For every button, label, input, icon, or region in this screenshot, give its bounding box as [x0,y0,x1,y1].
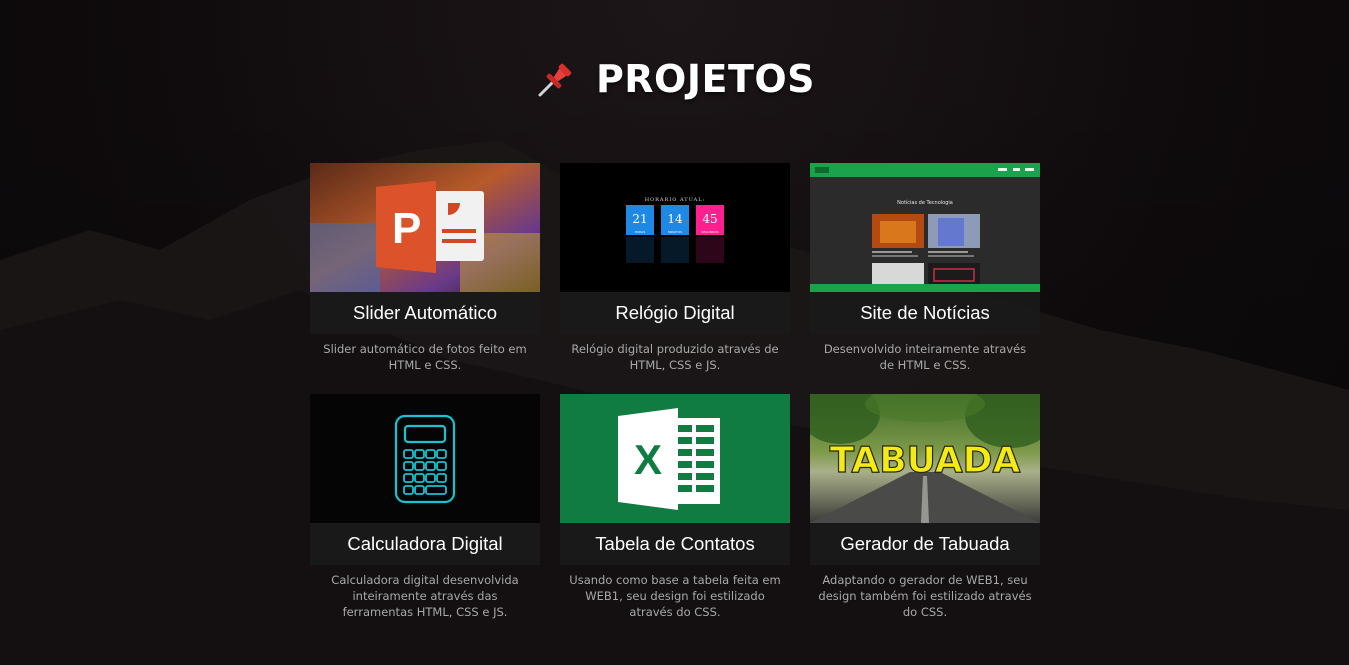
project-card-news[interactable]: Notícias de Tecnologia Site de Notícias … [810,163,1040,384]
svg-text:45: 45 [702,212,717,226]
tabuada-road-image: TABUADA [810,394,1040,523]
project-card-calculator[interactable]: Calculadora Digital Calculadora digital … [310,394,540,619]
calculator-icon [310,394,540,523]
svg-text:MINUTOS: MINUTOS [668,230,682,234]
pushpin-icon [534,57,578,101]
project-description: Usando como base a tabela feita em WEB1,… [569,573,781,619]
project-description: Slider automático de fotos feito em HTML… [323,342,527,372]
svg-text:P: P [392,204,421,253]
project-thumbnail[interactable]: X [560,394,790,523]
svg-text:SEGUNDOS: SEGUNDOS [701,230,718,234]
svg-text:Notícias de Tecnologia: Notícias de Tecnologia [897,199,953,206]
project-description: Relógio digital produzido através de HTM… [571,342,779,372]
news-site-preview: Notícias de Tecnologia [810,163,1040,292]
svg-text:X: X [634,436,662,483]
project-title[interactable]: Calculadora Digital [310,523,540,565]
project-card-slider[interactable]: P Slider Automático Slider automático de… [310,163,540,384]
project-thumbnail[interactable]: P [310,163,540,292]
svg-text:TABUADA: TABUADA [830,440,1021,481]
project-title[interactable]: Relógio Digital [560,292,790,334]
page-title: PROJETOS [595,57,816,101]
project-card-contacts[interactable]: X Tabela de Contatos Usando como base a … [560,394,790,619]
project-title[interactable]: Site de Notícias [810,292,1040,334]
svg-text:HORAS: HORAS [635,230,646,234]
powerpoint-icon: P [310,163,540,292]
svg-text:HORÁRIO ATUAL:: HORÁRIO ATUAL: [645,196,706,203]
svg-text:14: 14 [667,212,683,226]
excel-icon: X [560,394,790,523]
project-title[interactable]: Slider Automático [310,292,540,334]
project-thumbnail[interactable] [310,394,540,523]
project-thumbnail[interactable]: Notícias de Tecnologia [810,163,1040,292]
project-title[interactable]: Gerador de Tabuada [810,523,1040,565]
digital-clock-preview: HORÁRIO ATUAL: 21 14 45 HORAS MINUTOS SE… [560,163,790,292]
project-description: Adaptando o gerador de WEB1, seu design … [818,573,1032,619]
project-description: Desenvolvido inteiramente através de HTM… [823,342,1027,372]
project-thumbnail[interactable]: TABUADA [810,394,1040,523]
projects-grid: P Slider Automático Slider automático de… [310,163,1040,619]
page-header: PROJETOS [0,54,1349,104]
project-card-clock[interactable]: HORÁRIO ATUAL: 21 14 45 HORAS MINUTOS SE… [560,163,790,384]
project-thumbnail[interactable]: HORÁRIO ATUAL: 21 14 45 HORAS MINUTOS SE… [560,163,790,292]
project-title[interactable]: Tabela de Contatos [560,523,790,565]
project-card-tabuada[interactable]: TABUADA Gerador de Tabuada Adaptando o g… [810,394,1040,619]
project-description: Calculadora digital desenvolvida inteira… [331,573,519,619]
svg-text:21: 21 [632,212,647,226]
